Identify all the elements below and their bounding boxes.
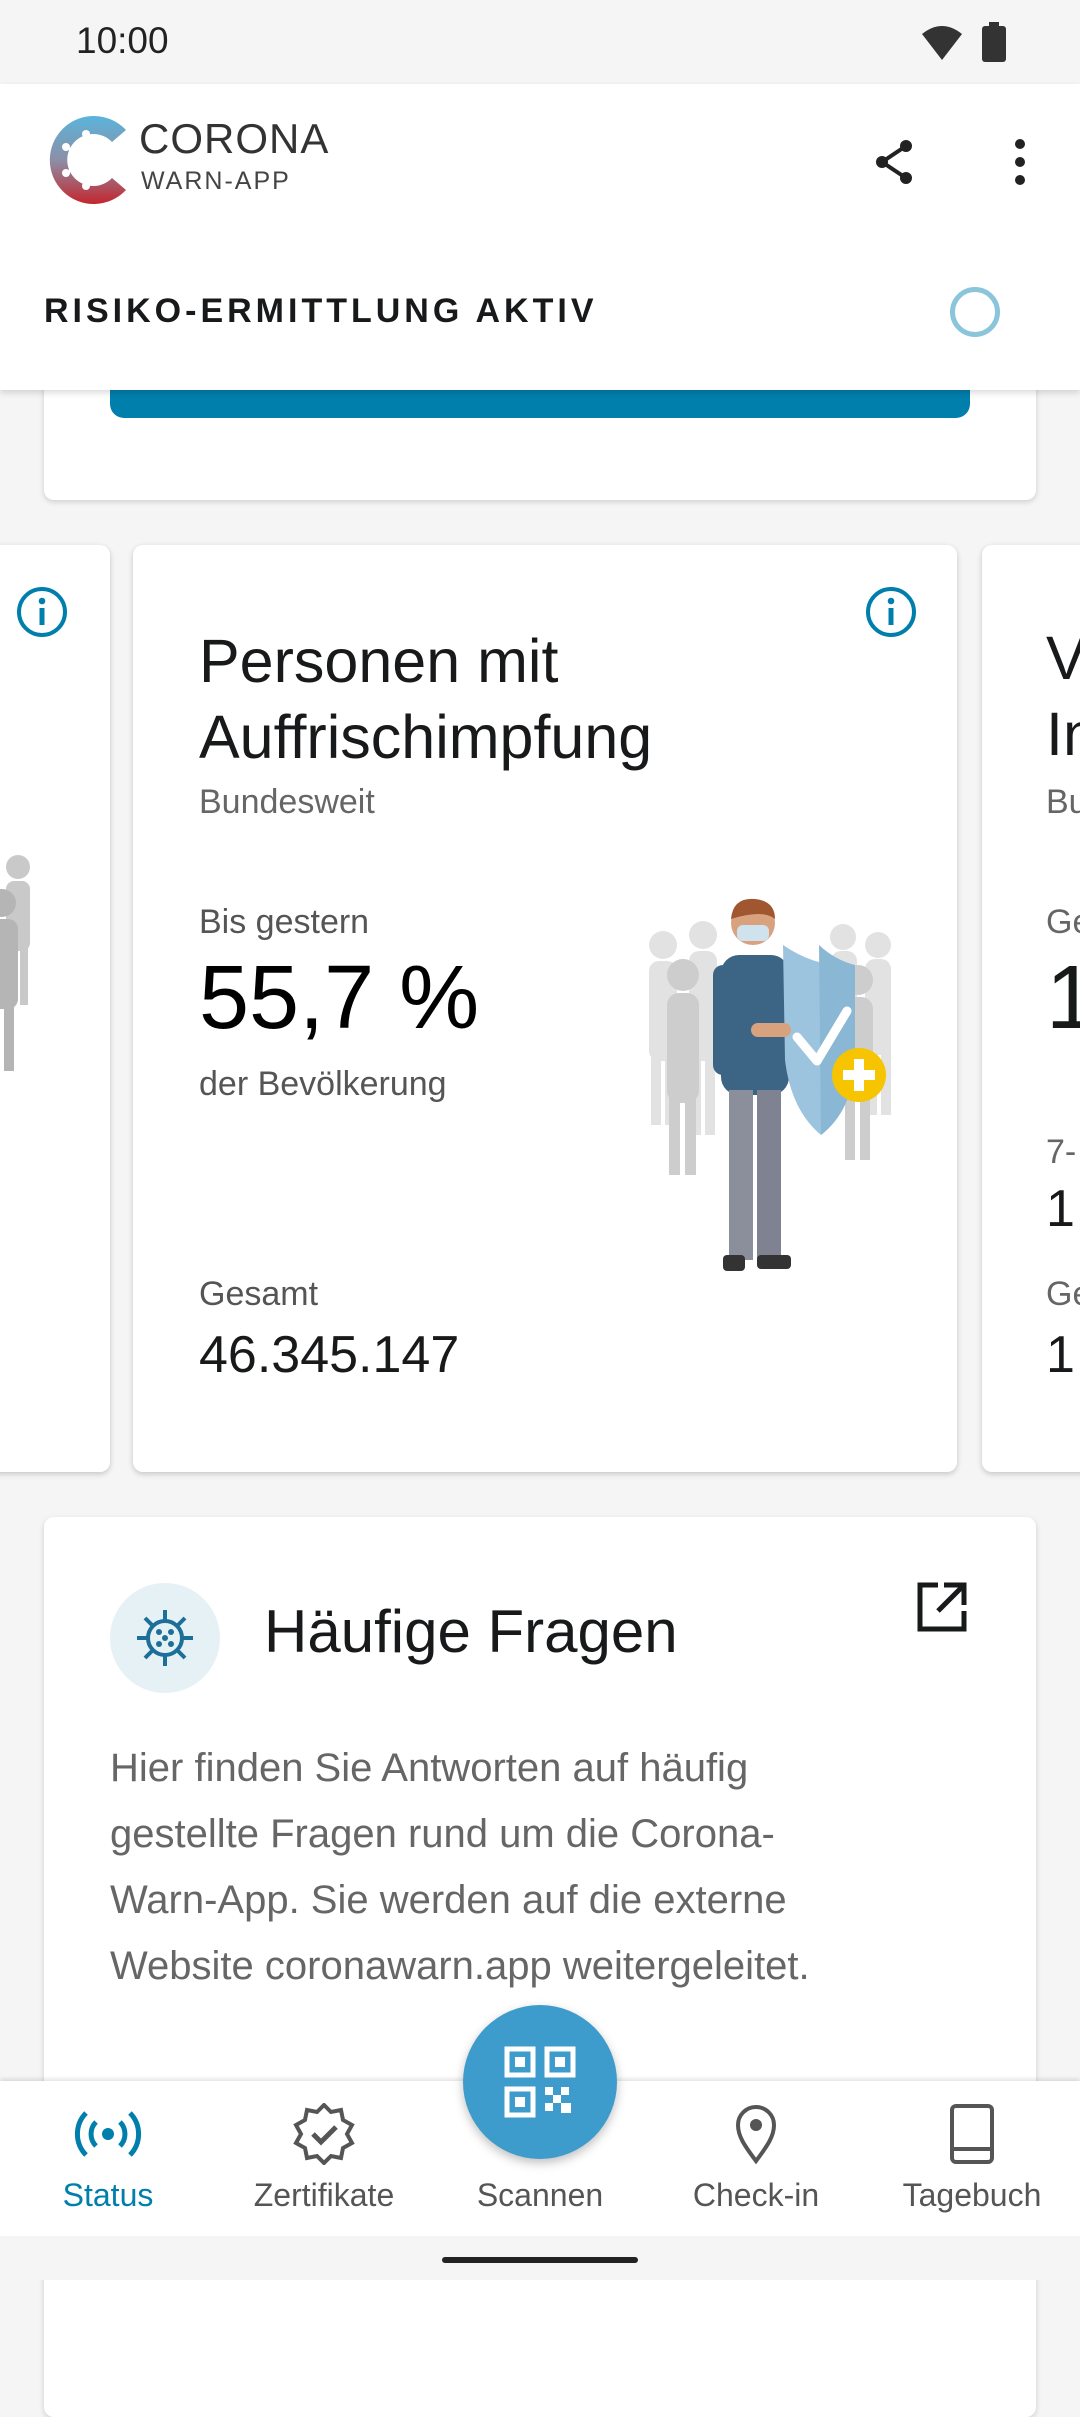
statistics-region: Bundesweit [199, 783, 375, 821]
status-bar: 10:00 [0, 0, 1080, 84]
nav-item-checkin[interactable]: Check-in [648, 2081, 864, 2236]
info-icon[interactable] [864, 585, 918, 639]
next-card-value2: 1 [1046, 1180, 1075, 1238]
book-icon [950, 2104, 994, 2164]
faq-card[interactable]: Häufige Fragen Hier finden Sie Antworten… [44, 1517, 1036, 2417]
next-card-label1: Ge [1046, 903, 1080, 941]
nav-label-status: Status [62, 2177, 154, 2213]
location-pin-icon [735, 2105, 777, 2165]
statistics-label-yesterday: Bis gestern [199, 903, 370, 941]
faq-description: Hier finden Sie Antworten auf häufig ges… [110, 1746, 810, 1988]
nav-item-certificates[interactable]: Zertifikate [216, 2081, 432, 2236]
next-card-title-line2: In [1046, 700, 1080, 768]
app-bar: CORONA WARN-APP RISIKO-ERMITTLUNG AKTIV [0, 84, 1080, 390]
next-card-region: Bu [1046, 783, 1080, 821]
statistics-card-previous[interactable] [0, 545, 110, 1472]
nav-label-scan: Scannen [476, 2177, 604, 2213]
next-card-value1: 1 [1046, 948, 1080, 1048]
open-external-icon[interactable] [914, 1579, 970, 1635]
people-illustration [0, 855, 30, 1071]
statistics-value-caption: der Bevölkerung [199, 1065, 447, 1103]
nav-label-diary: Tagebuch [902, 2177, 1042, 2213]
nav-label-certificates: Zertifikate [253, 2177, 395, 2213]
info-icon[interactable] [15, 585, 69, 639]
next-card-label3: Ge [1046, 1275, 1080, 1313]
statistics-value: 55,7 % [199, 948, 480, 1048]
statistics-label-total: Gesamt [199, 1275, 319, 1313]
more-vert-icon [1015, 139, 1025, 185]
faq-title: Häufige Fragen [264, 1598, 678, 1665]
vaccinated-person-illustration [649, 898, 891, 1271]
statistics-total: 46.345.147 [199, 1326, 460, 1384]
next-card-label2: 7- [1046, 1133, 1077, 1171]
nav-item-status[interactable]: Status [0, 2081, 216, 2236]
more-options-button[interactable] [990, 132, 1050, 192]
app-subname: WARN-APP [141, 167, 291, 195]
wifi-icon [922, 26, 962, 60]
virus-icon [137, 1610, 193, 1666]
risk-status-label: RISIKO-ERMITTLUNG AKTIV [44, 292, 598, 330]
statistics-card-booster[interactable]: Personen mit Auffrischimpfung Bundesweit… [133, 545, 957, 1472]
faq-icon-container [110, 1583, 220, 1693]
nav-item-diary[interactable]: Tagebuch [864, 2081, 1080, 2236]
loading-spinner [950, 287, 1000, 337]
statistics-card-next[interactable]: V In Bu Ge 1 7- 1 Ge 1 [982, 545, 1080, 1472]
qr-code-icon [504, 2046, 576, 2118]
app-name: CORONA [139, 115, 330, 162]
broadcast-icon [74, 2111, 142, 2157]
app-logo [49, 116, 126, 204]
next-card-value3: 1 [1046, 1326, 1075, 1384]
home-indicator[interactable] [442, 2257, 638, 2263]
battery-icon [982, 22, 1006, 62]
nav-label-checkin: Check-in [692, 2177, 820, 2213]
share-icon [876, 140, 912, 184]
next-card-title-line1: V [1046, 624, 1080, 692]
share-button[interactable] [864, 132, 924, 192]
statistics-title: Personen mit Auffrischimpfung [199, 627, 653, 771]
certificate-icon [293, 2103, 355, 2165]
scan-qr-button[interactable] [463, 2005, 617, 2159]
status-time: 10:00 [76, 20, 169, 61]
